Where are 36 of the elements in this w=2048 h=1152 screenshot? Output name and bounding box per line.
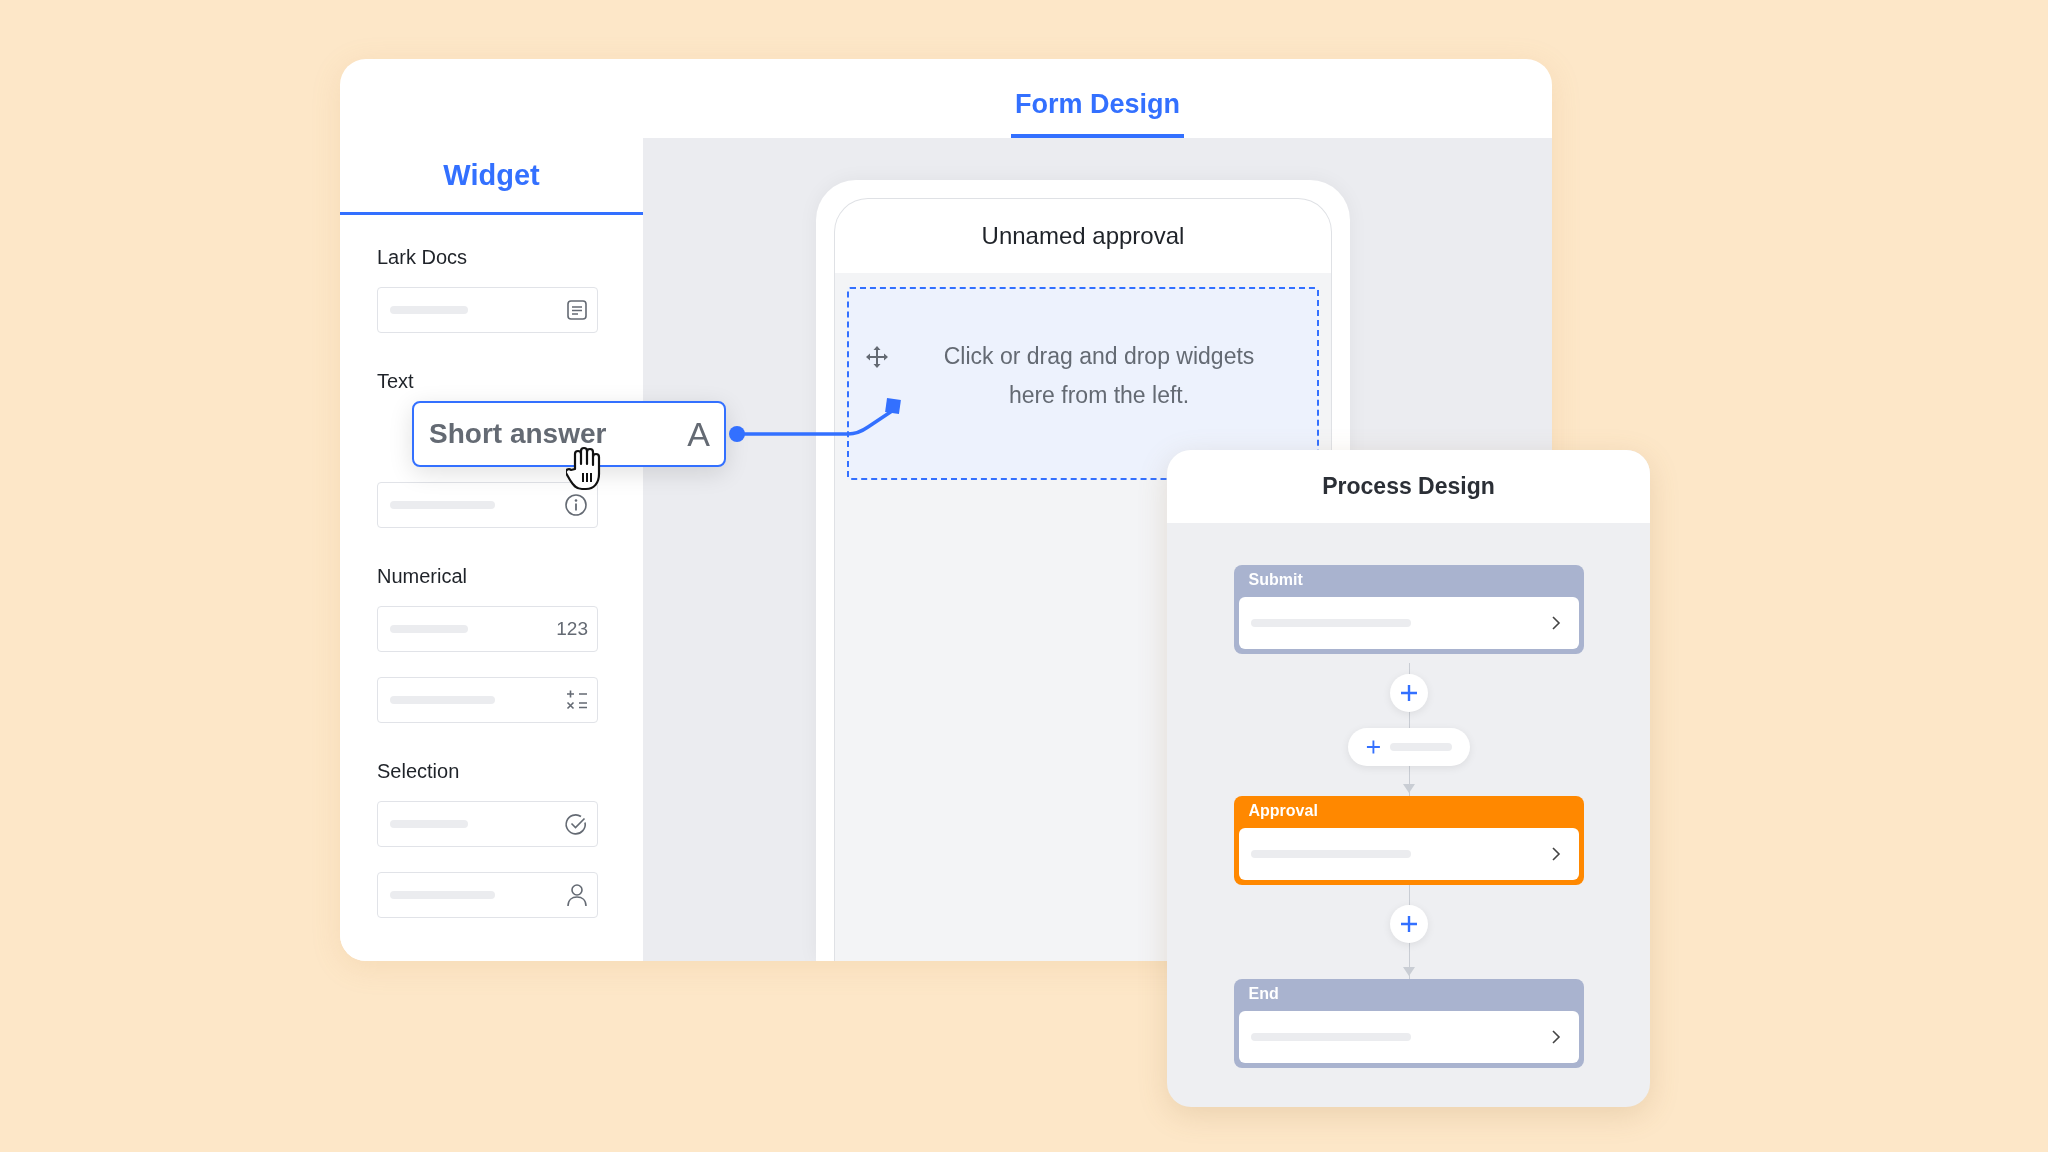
group-label: Numerical	[377, 564, 469, 589]
drop-zone[interactable]: Click or drag and drop widgets here from the left.	[847, 287, 1319, 480]
info-icon	[564, 493, 588, 517]
plus-icon	[1399, 684, 1418, 702]
person-icon	[566, 883, 588, 907]
text-type-icon: A	[687, 414, 710, 454]
chevron-right-icon	[1550, 846, 1561, 862]
number-label: 123	[556, 618, 588, 640]
document-icon	[566, 299, 588, 321]
chevron-right-icon	[1550, 1029, 1561, 1045]
plus-icon	[1399, 915, 1418, 933]
calculator-icon	[566, 689, 588, 711]
process-node[interactable]: Approval	[1233, 796, 1584, 885]
widget-field[interactable]: 123	[377, 606, 598, 652]
widget-field[interactable]	[377, 801, 598, 847]
group-label: Text	[377, 369, 415, 394]
widget-field[interactable]	[377, 287, 598, 333]
node-label: Approval	[1247, 801, 1319, 821]
widget-field[interactable]	[377, 872, 598, 918]
widget-field[interactable]	[377, 482, 598, 528]
check-circle-icon	[564, 812, 588, 836]
add-branch-button[interactable]	[1347, 728, 1470, 766]
group-label: Selection	[377, 759, 461, 784]
widget-field[interactable]	[377, 677, 598, 723]
add-step-button[interactable]	[1389, 674, 1428, 712]
group-label: Lark Docs	[377, 245, 469, 270]
form-title: Unnamed approval	[980, 221, 1186, 251]
node-label: End	[1247, 984, 1280, 1004]
move-icon	[865, 345, 889, 369]
add-step-button[interactable]	[1389, 905, 1428, 943]
node-label: Submit	[1247, 570, 1304, 590]
drop-hint: Click or drag and drop widgets here from the left.	[942, 342, 1256, 410]
panel-title: Process Design	[1322, 473, 1495, 500]
chevron-right-icon	[1550, 615, 1561, 631]
plus-icon	[1365, 739, 1381, 755]
widget-label: Short answer	[429, 418, 607, 450]
